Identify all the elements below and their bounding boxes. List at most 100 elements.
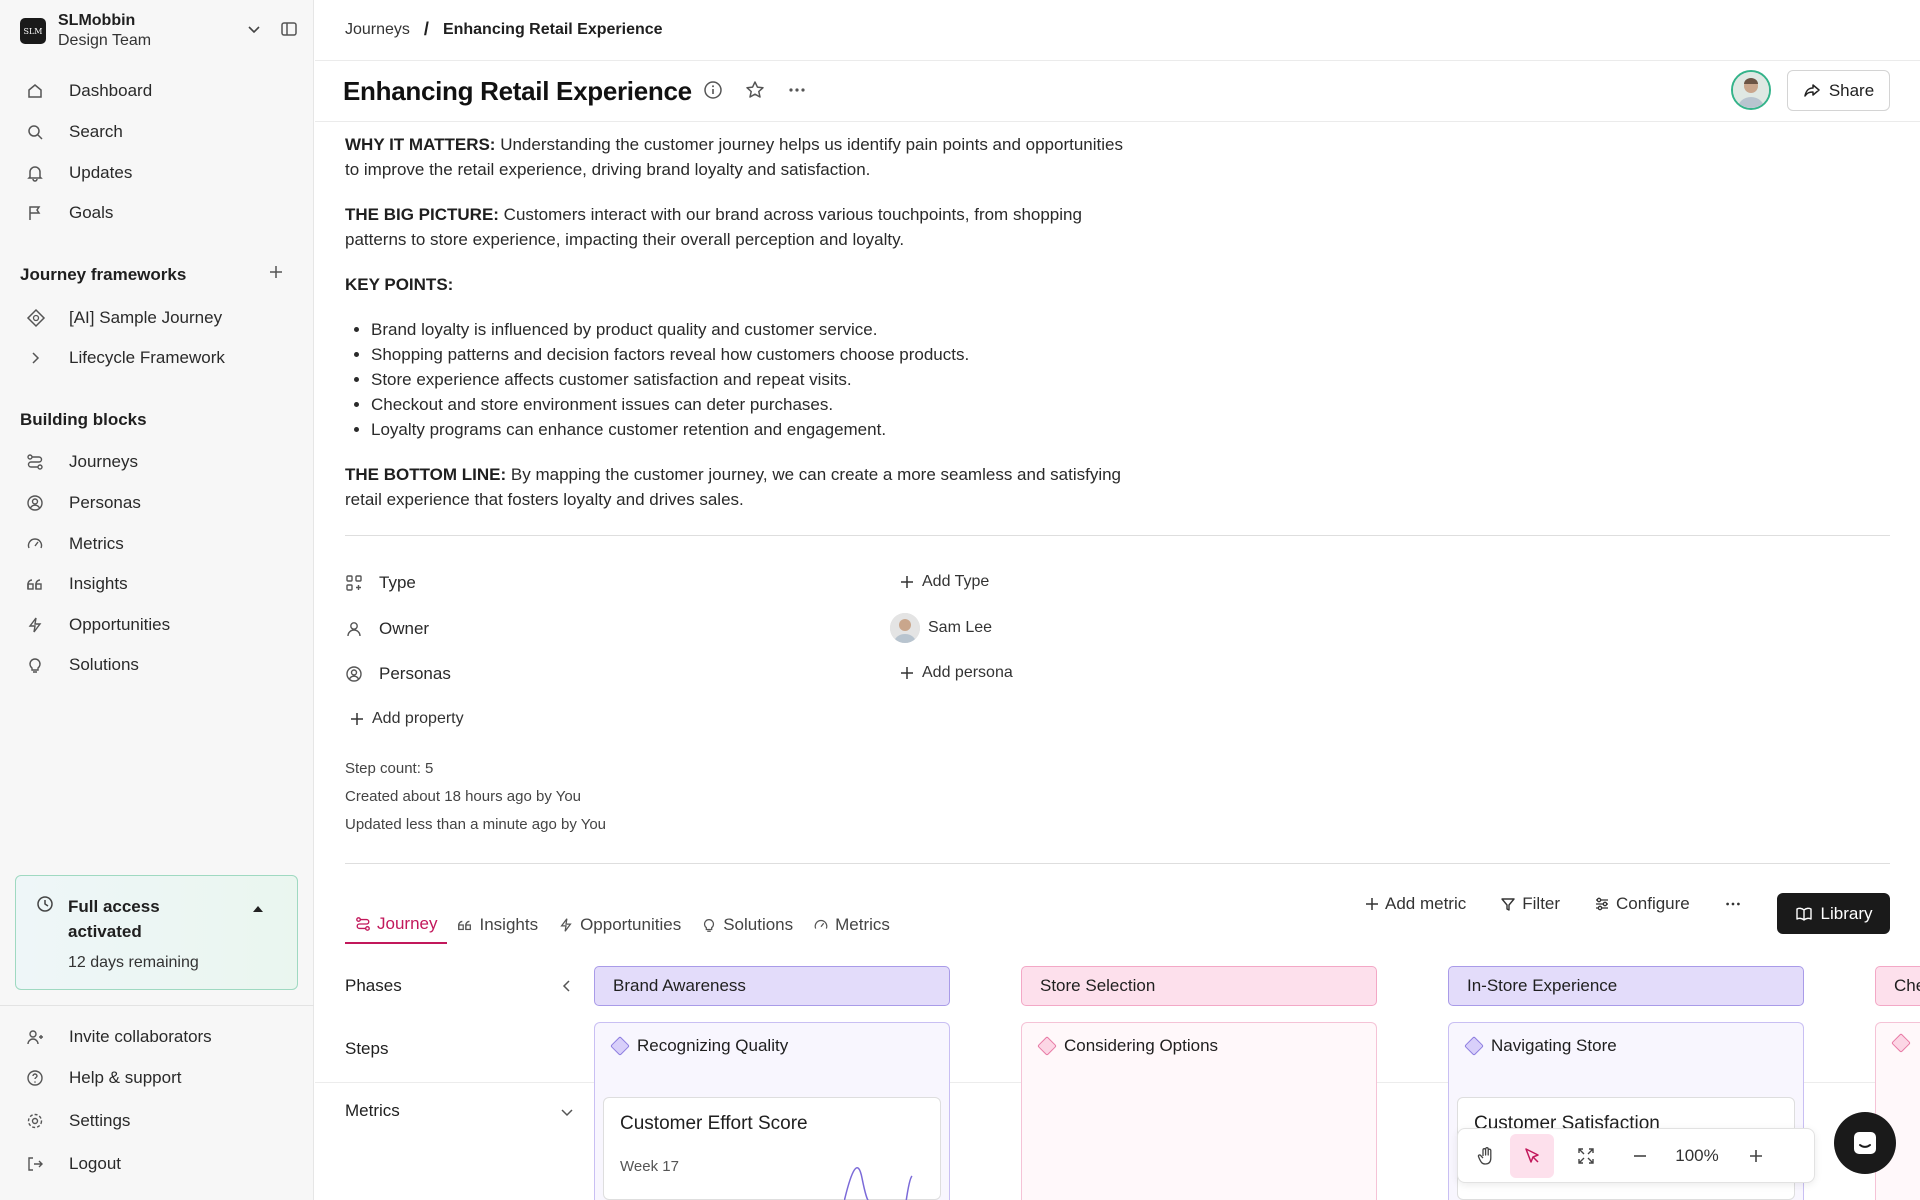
nav-journeys[interactable]: Journeys bbox=[20, 444, 296, 480]
breadcrumb-current: Enhancing Retail Experience bbox=[442, 20, 663, 38]
configure-button[interactable]: Configure bbox=[1594, 894, 1690, 914]
help-icon bbox=[26, 1068, 54, 1088]
property-type: Type bbox=[345, 569, 416, 597]
step-diamond-icon bbox=[610, 1036, 630, 1056]
nav-dashboard[interactable]: Dashboard bbox=[20, 73, 296, 109]
star-icon[interactable] bbox=[745, 80, 765, 100]
add-persona-button[interactable]: Add persona bbox=[900, 659, 1013, 687]
zoom-out-icon[interactable] bbox=[1618, 1134, 1662, 1178]
framework-lifecycle[interactable]: Lifecycle Framework bbox=[20, 340, 296, 376]
sidebar-collapse-icon[interactable] bbox=[280, 20, 298, 38]
tab-insights[interactable]: Insights bbox=[447, 906, 548, 944]
step-navigating-store[interactable]: Navigating Store bbox=[1464, 1036, 1617, 1056]
step-diamond-icon bbox=[1464, 1036, 1484, 1056]
nav-invite[interactable]: Invite collaborators bbox=[20, 1019, 296, 1055]
bulb-icon bbox=[26, 655, 54, 675]
nav-label: Invite collaborators bbox=[69, 1027, 212, 1046]
nav-insights[interactable]: Insights bbox=[20, 566, 296, 602]
workspace-name: SLMobbin bbox=[58, 12, 136, 29]
add-metric-button[interactable]: Add metric bbox=[1365, 894, 1466, 914]
framework-ai-sample-journey[interactable]: [AI] Sample Journey bbox=[20, 300, 296, 336]
chevron-left-icon[interactable] bbox=[559, 978, 575, 994]
select-tool-icon[interactable] bbox=[1510, 1133, 1554, 1178]
nav-solutions[interactable]: Solutions bbox=[20, 647, 296, 683]
more-icon[interactable] bbox=[787, 80, 807, 100]
journey-toolbar: Add metric Filter Configure bbox=[1365, 894, 1776, 914]
nav-personas[interactable]: Personas bbox=[20, 485, 296, 521]
breadcrumb-parent[interactable]: Journeys bbox=[345, 21, 410, 39]
nav-opportunities[interactable]: Opportunities bbox=[20, 607, 296, 643]
share-button[interactable]: Share bbox=[1787, 70, 1890, 111]
bottom-line-paragraph: THE BOTTOM LINE: By mapping the customer… bbox=[345, 462, 1125, 512]
quote-icon bbox=[457, 917, 473, 933]
hand-tool-icon[interactable] bbox=[1464, 1134, 1508, 1178]
phase-in-store-experience[interactable]: In-Store Experience bbox=[1448, 966, 1804, 1006]
zoom-in-icon[interactable] bbox=[1734, 1134, 1778, 1178]
nav-goals[interactable]: Goals bbox=[20, 195, 296, 231]
tab-metrics[interactable]: Metrics bbox=[803, 906, 900, 944]
user-icon bbox=[345, 620, 367, 638]
step-recognizing-quality[interactable]: Recognizing Quality bbox=[610, 1036, 788, 1056]
nav-search[interactable]: Search bbox=[20, 114, 296, 150]
gauge-icon bbox=[813, 917, 829, 933]
avatar[interactable] bbox=[1731, 70, 1771, 110]
trial-banner[interactable]: Full access activated 12 days remaining bbox=[15, 875, 298, 990]
big-picture-paragraph: THE BIG PICTURE: Customers interact with… bbox=[345, 202, 1125, 252]
journey-icon bbox=[355, 916, 371, 932]
journey-tabs: Journey Insights Opportunities Solutions… bbox=[345, 906, 900, 944]
key-point: Brand loyalty is influenced by product q… bbox=[371, 317, 1125, 342]
tab-opportunities[interactable]: Opportunities bbox=[548, 906, 691, 944]
nav-label: Help & support bbox=[69, 1068, 182, 1087]
steps-row-label: Steps bbox=[345, 1039, 389, 1058]
gauge-icon bbox=[26, 534, 54, 554]
nav-settings[interactable]: Settings bbox=[20, 1103, 296, 1139]
add-type-button[interactable]: Add Type bbox=[900, 568, 989, 596]
created-info: Created about 18 hours ago by You bbox=[345, 788, 582, 805]
nav-label: Journeys bbox=[69, 452, 138, 471]
metric-card[interactable]: Customer Effort Score Week 17 bbox=[603, 1097, 941, 1200]
persona-icon bbox=[26, 493, 54, 513]
nav-updates[interactable]: Updates bbox=[20, 155, 296, 191]
tab-solutions[interactable]: Solutions bbox=[691, 906, 803, 944]
tab-label: Opportunities bbox=[580, 915, 682, 934]
tab-journey[interactable]: Journey bbox=[345, 906, 448, 944]
phase-brand-awareness[interactable]: Brand Awareness bbox=[594, 966, 950, 1006]
add-framework-icon[interactable] bbox=[268, 264, 284, 280]
workspace-switcher[interactable]: SLM SLMobbin Design Team bbox=[20, 10, 300, 52]
chevron-down-icon[interactable] bbox=[559, 1104, 575, 1120]
toolbar-more-button[interactable] bbox=[1724, 895, 1742, 913]
add-property-button[interactable]: Add property bbox=[350, 705, 464, 733]
nav-metrics[interactable]: Metrics bbox=[20, 526, 296, 562]
caret-up-icon[interactable] bbox=[252, 904, 264, 914]
owner-value[interactable]: Sam Lee bbox=[890, 613, 992, 643]
filter-button[interactable]: Filter bbox=[1500, 894, 1560, 914]
nav-label: Solutions bbox=[69, 655, 139, 674]
info-icon[interactable] bbox=[703, 80, 723, 100]
bolt-icon bbox=[558, 917, 574, 933]
nav-help[interactable]: Help & support bbox=[20, 1060, 296, 1096]
fit-screen-icon[interactable] bbox=[1564, 1134, 1608, 1178]
breadcrumb: Journeys / Enhancing Retail Experience bbox=[345, 19, 663, 40]
share-label: Share bbox=[1828, 80, 1875, 100]
trial-title: Full access activated bbox=[68, 897, 160, 941]
section-divider bbox=[345, 535, 1890, 536]
library-button[interactable]: Library bbox=[1777, 893, 1890, 934]
add-type-label: Add Type bbox=[922, 573, 990, 590]
chevron-down-icon[interactable] bbox=[246, 21, 262, 37]
why-paragraph: WHY IT MATTERS: Understanding the custom… bbox=[345, 132, 1125, 182]
phase-store-selection[interactable]: Store Selection bbox=[1021, 966, 1377, 1006]
chevron-right-icon[interactable] bbox=[26, 348, 54, 368]
journey-description[interactable]: WHY IT MATTERS: Understanding the custom… bbox=[345, 132, 1125, 532]
step-partial[interactable] bbox=[1891, 1033, 1911, 1053]
step-count: Step count: 5 bbox=[345, 760, 434, 777]
page-title[interactable]: Enhancing Retail Experience bbox=[343, 76, 692, 107]
canvas-controls: 100% bbox=[1457, 1128, 1815, 1183]
clock-icon bbox=[36, 895, 54, 913]
step-considering-options[interactable]: Considering Options bbox=[1037, 1036, 1218, 1056]
nav-logout[interactable]: Logout bbox=[20, 1146, 296, 1182]
nav-label: Metrics bbox=[69, 534, 124, 553]
key-point: Store experience affects customer satisf… bbox=[371, 367, 1125, 392]
nav-label: Settings bbox=[69, 1111, 131, 1130]
chat-support-button[interactable] bbox=[1834, 1112, 1896, 1174]
phase-checkout[interactable]: Che bbox=[1875, 966, 1920, 1006]
